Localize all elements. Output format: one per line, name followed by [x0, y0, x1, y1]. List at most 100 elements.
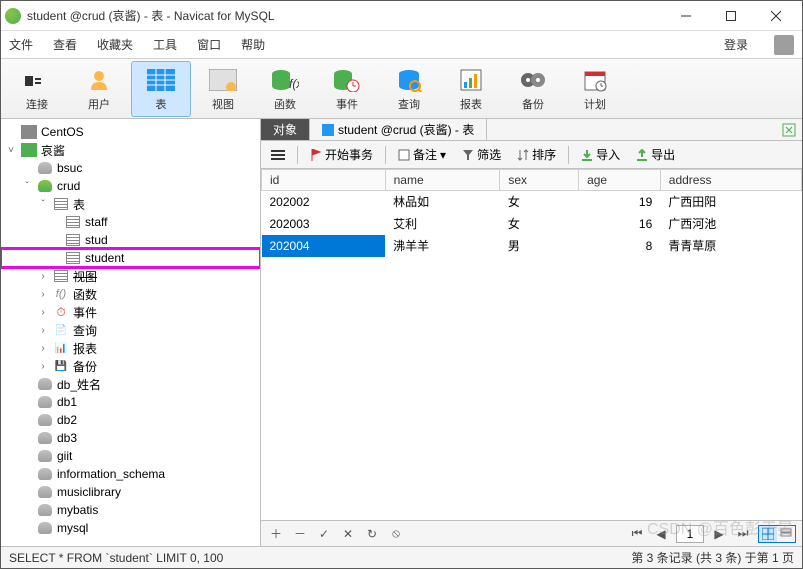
view-mode-toggle	[758, 525, 796, 543]
tree-aijang[interactable]: ˅ 哀酱	[1, 141, 260, 159]
ribbon-query[interactable]: 查询	[379, 61, 439, 117]
tree-db2[interactable]: db2	[1, 411, 260, 429]
menu-view[interactable]: 查看	[53, 36, 77, 53]
table-icon	[66, 216, 80, 228]
import-button[interactable]: 导入	[577, 144, 624, 165]
filter-button[interactable]: 筛选	[458, 144, 505, 165]
next-page-button[interactable]: ▶	[710, 525, 728, 543]
form-view-button[interactable]	[777, 526, 795, 542]
tree-mysql[interactable]: mysql	[1, 519, 260, 537]
event-icon	[53, 305, 69, 319]
record-nav-bar: ＋ － ✓ ✕ ↻ ⦸ ⏮ ◀ ▶ ⏭	[261, 520, 802, 546]
tree-db1[interactable]: db1	[1, 393, 260, 411]
col-address[interactable]: address	[660, 170, 801, 191]
tree-stud[interactable]: stud	[1, 231, 260, 249]
tree-db3[interactable]: db3	[1, 429, 260, 447]
data-toolbar: 开始事务 备注 ▾ 筛选 排序 导入 导出	[261, 141, 802, 169]
menu-help[interactable]: 帮助	[241, 36, 265, 53]
tree-functions[interactable]: ›函数	[1, 285, 260, 303]
tree-centos[interactable]: CentOS	[1, 123, 260, 141]
note-icon	[398, 149, 410, 161]
database-icon	[38, 414, 52, 426]
ribbon-report[interactable]: 报表	[441, 61, 501, 117]
tree-infoschema[interactable]: information_schema	[1, 465, 260, 483]
col-age[interactable]: age	[579, 170, 661, 191]
ribbon-plan[interactable]: 计划	[565, 61, 625, 117]
sort-button[interactable]: 排序	[513, 144, 560, 165]
avatar-icon[interactable]	[774, 35, 794, 55]
export-button[interactable]: 导出	[632, 144, 679, 165]
hamburger-button[interactable]	[267, 147, 289, 163]
tree-student[interactable]: student	[1, 249, 260, 267]
database-icon	[38, 378, 52, 390]
minimize-button[interactable]	[663, 2, 708, 30]
close-button[interactable]	[753, 2, 798, 30]
last-page-button[interactable]: ⏭	[734, 525, 752, 543]
tree-db-name[interactable]: db_姓名	[1, 375, 260, 393]
ribbon-table[interactable]: 表	[131, 61, 191, 117]
col-sex[interactable]: sex	[500, 170, 579, 191]
ribbon-view[interactable]: 视图	[193, 61, 253, 117]
prev-page-button[interactable]: ◀	[652, 525, 670, 543]
col-id[interactable]: id	[262, 170, 386, 191]
first-page-button[interactable]: ⏮	[628, 525, 646, 543]
server-icon	[21, 125, 37, 139]
app-icon	[5, 8, 21, 24]
plug-icon	[21, 66, 53, 94]
backup-icon	[53, 359, 69, 373]
menu-favorites[interactable]: 收藏夹	[97, 36, 133, 53]
tree-events[interactable]: ›事件	[1, 303, 260, 321]
tree-bsuc[interactable]: bsuc	[1, 159, 260, 177]
tree-crud[interactable]: ˇcrud	[1, 177, 260, 195]
calendar-icon	[579, 66, 611, 94]
report-icon	[455, 66, 487, 94]
tree-giit[interactable]: giit	[1, 447, 260, 465]
menu-tools[interactable]: 工具	[153, 36, 177, 53]
apply-button[interactable]: ✓	[315, 525, 333, 543]
form-icon	[780, 528, 792, 540]
tree-backups[interactable]: ›备份	[1, 357, 260, 375]
ribbon-user[interactable]: 用户	[69, 61, 129, 117]
data-grid[interactable]: id name sex age address 202002 林品如 女 19	[261, 169, 802, 520]
sidebar-tree[interactable]: CentOS ˅ 哀酱 bsuc ˇcrud ˇ表 staff stud stu…	[1, 119, 261, 546]
refresh-button[interactable]: ↻	[363, 525, 381, 543]
delete-record-button[interactable]: －	[291, 525, 309, 543]
maximize-button[interactable]	[708, 2, 753, 30]
ribbon-event[interactable]: 事件	[317, 61, 377, 117]
tab-refresh-button[interactable]	[776, 119, 802, 140]
tree-queries[interactable]: ›查询	[1, 321, 260, 339]
table-icon	[145, 66, 177, 94]
ribbon-connection[interactable]: 连接	[7, 61, 67, 117]
cancel-button[interactable]: ✕	[339, 525, 357, 543]
memo-button[interactable]: 备注 ▾	[394, 144, 450, 165]
filter-icon	[462, 149, 474, 161]
tree-views[interactable]: ›视图	[1, 267, 260, 285]
page-input[interactable]	[676, 525, 704, 543]
stop-button[interactable]: ⦸	[387, 525, 405, 543]
table-row[interactable]: 202003 艾利 女 16 广西河池	[262, 213, 802, 235]
database-icon	[38, 522, 52, 534]
login-button[interactable]: 登录	[724, 36, 748, 53]
menu-window[interactable]: 窗口	[197, 36, 221, 53]
function-icon	[53, 287, 69, 301]
tree-reports[interactable]: ›报表	[1, 339, 260, 357]
table-row[interactable]: 202002 林品如 女 19 广西田阳	[262, 191, 802, 213]
ribbon-backup[interactable]: 备份	[503, 61, 563, 117]
server-icon	[21, 143, 37, 157]
add-record-button[interactable]: ＋	[267, 525, 285, 543]
tab-student[interactable]: student @crud (哀酱) - 表	[310, 119, 487, 140]
tree-mybatis[interactable]: mybatis	[1, 501, 260, 519]
table-icon	[66, 234, 80, 246]
refresh-icon	[782, 123, 796, 137]
table-icon	[66, 252, 80, 264]
tree-tables[interactable]: ˇ表	[1, 195, 260, 213]
begin-transaction-button[interactable]: 开始事务	[306, 144, 377, 165]
menu-file[interactable]: 文件	[9, 36, 33, 53]
tab-objects[interactable]: 对象	[261, 119, 310, 140]
tree-musiclib[interactable]: musiclibrary	[1, 483, 260, 501]
table-row[interactable]: 202004 沸羊羊 男 8 青青草原	[262, 235, 802, 257]
ribbon-function[interactable]: f(x)函数	[255, 61, 315, 117]
tree-staff[interactable]: staff	[1, 213, 260, 231]
grid-view-button[interactable]	[759, 526, 777, 542]
col-name[interactable]: name	[385, 170, 500, 191]
